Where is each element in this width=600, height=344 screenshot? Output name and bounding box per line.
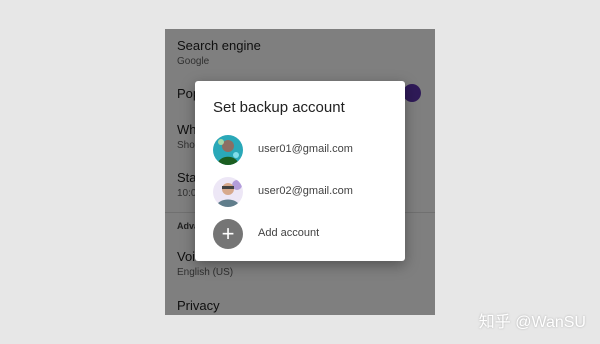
account-option-user01[interactable]: user01@gmail.com	[195, 135, 405, 175]
avatar-user02	[213, 177, 243, 207]
account-email: user02@gmail.com	[258, 185, 353, 197]
backup-account-dialog: Set backup account user01@gmail.com user…	[195, 81, 405, 261]
watermark: 知乎 @WanSU	[478, 314, 586, 331]
avatar-user01	[213, 135, 243, 165]
dialog-title: Set backup account	[213, 99, 345, 116]
add-account-icon: +	[213, 219, 243, 249]
add-account-option[interactable]: + Add account	[195, 219, 405, 259]
account-email: user01@gmail.com	[258, 143, 353, 155]
add-account-label: Add account	[258, 227, 320, 239]
account-option-user02[interactable]: user02@gmail.com	[195, 177, 405, 217]
